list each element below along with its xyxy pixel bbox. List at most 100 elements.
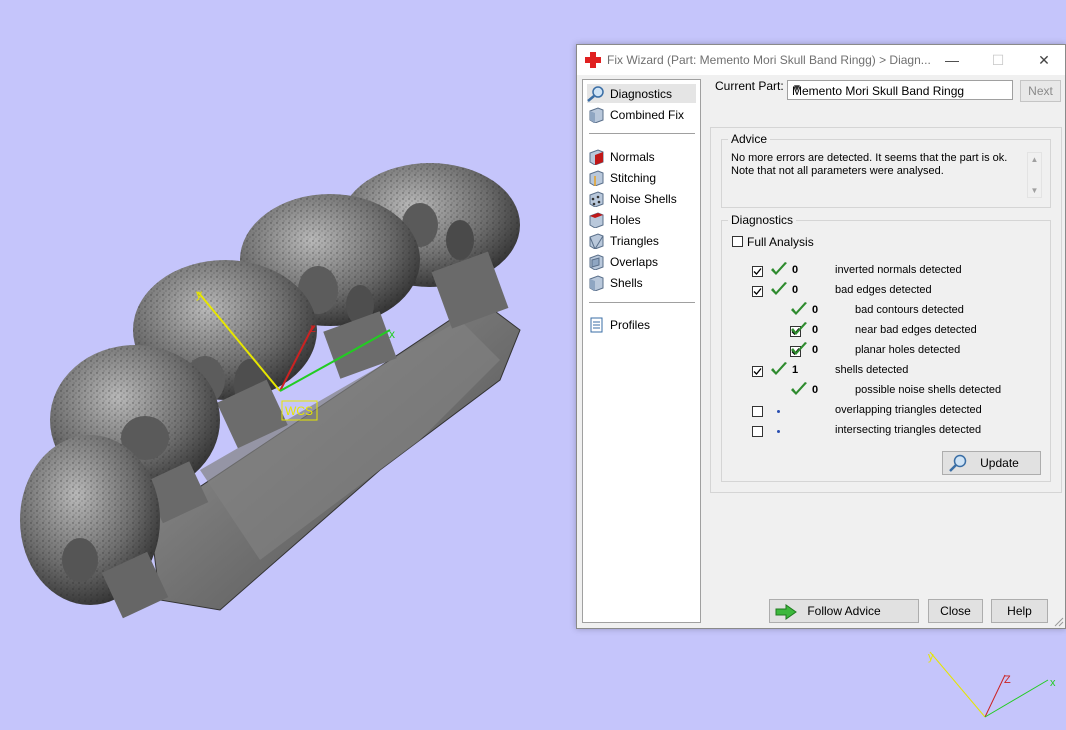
nav-item-shells[interactable]: Shells <box>587 273 696 292</box>
mini-y-axis <box>929 651 986 718</box>
diagnostic-label: bad edges detected <box>835 284 932 296</box>
resize-grip-icon[interactable] <box>1054 617 1064 627</box>
nav-item-diagnostics[interactable]: Diagnostics <box>587 84 696 103</box>
red-cross-icon <box>585 52 601 68</box>
title-bar[interactable]: Fix Wizard (Part: Memento Mori Skull Ban… <box>577 45 1065 75</box>
update-button[interactable]: Update <box>942 451 1041 475</box>
fix-wizard-window: Fix Wizard (Part: Memento Mori Skull Ban… <box>576 44 1066 629</box>
z-axis-label: z <box>310 321 316 335</box>
nav-label: Diagnostics <box>610 86 673 101</box>
nav-item-triangles[interactable]: Triangles <box>587 231 696 250</box>
normals-cube-icon <box>589 148 604 165</box>
update-label: Update <box>980 456 1019 470</box>
green-check-icon <box>770 262 788 278</box>
next-button[interactable]: Next <box>1020 80 1061 102</box>
diagnostic-label: inverted normals detected <box>835 264 962 276</box>
nav-item-normals[interactable]: Normals <box>587 147 696 166</box>
nav-label: Stitching <box>610 170 657 185</box>
not-run-dot-icon <box>777 430 780 433</box>
diagnostic-label: planar holes detected <box>855 344 961 356</box>
x-axis-label: x <box>389 327 395 341</box>
nav-label: Normals <box>610 149 655 164</box>
nav-label: Noise Shells <box>610 191 677 206</box>
triangles-cube-icon <box>589 232 604 249</box>
green-check-icon <box>770 282 788 298</box>
nav-item-combined-fix[interactable]: Combined Fix <box>587 105 696 124</box>
nav-label: Profiles <box>610 317 651 332</box>
diagnostic-label: overlapping triangles detected <box>835 404 982 416</box>
nav-separator <box>589 302 695 303</box>
scroll-up-icon[interactable]: ▲ <box>1028 155 1041 164</box>
magnifier-icon <box>949 454 967 472</box>
y-axis-label: y <box>196 287 202 301</box>
diagnostic-count: 1 <box>792 364 799 376</box>
diagnostic-checkbox[interactable] <box>752 406 763 417</box>
close-window-button[interactable]: ✕ <box>1021 45 1066 75</box>
diagnostic-label: intersecting triangles detected <box>835 424 982 436</box>
full-analysis-label: Full Analysis <box>747 235 814 249</box>
nav-label: Shells <box>610 275 643 290</box>
diagnostics-page: Advice No more errors are detected. It s… <box>710 127 1062 493</box>
current-part-select[interactable]: Memento Mori Skull Band Ringg ▼ <box>787 80 1013 100</box>
follow-advice-label: Follow Advice <box>807 604 881 618</box>
nav-item-overlaps[interactable]: Overlaps <box>587 252 696 271</box>
diagnostic-count: 0 <box>812 344 819 356</box>
diagnostics-title: Diagnostics <box>728 213 797 227</box>
nav-label: Holes <box>610 212 641 227</box>
stitching-cube-icon <box>589 169 604 186</box>
maximize-button[interactable]: ☐ <box>975 45 1021 75</box>
mini-x-axis <box>984 679 1049 718</box>
nav-item-holes[interactable]: Holes <box>587 210 696 229</box>
close-button[interactable]: Close <box>928 599 983 623</box>
diagnostic-count: 0 <box>792 284 799 296</box>
mini-y-label: y <box>928 651 934 663</box>
nav-label: Combined Fix <box>610 107 685 122</box>
diagnostic-label: near bad edges detected <box>855 324 977 336</box>
green-check-icon <box>790 322 808 338</box>
shells-cube-icon <box>589 274 604 291</box>
advice-title: Advice <box>728 132 771 146</box>
mini-x-label: x <box>1050 677 1056 689</box>
nav-label: Triangles <box>610 233 659 248</box>
advice-line: Note that not all parameters were analys… <box>731 165 944 177</box>
document-icon <box>590 317 603 332</box>
green-check-icon <box>790 302 808 318</box>
fix-wizard-nav: Diagnostics Combined Fix Normals Stitchi… <box>582 79 701 623</box>
nav-separator <box>589 133 695 134</box>
nav-label: Overlaps <box>610 254 659 269</box>
holes-cube-icon <box>589 211 604 228</box>
diagnostics-group: Diagnostics Full Analysis 0 inverted norm… <box>721 213 1051 482</box>
diagnostic-label: bad contours detected <box>855 304 964 316</box>
diagnostic-checkbox[interactable] <box>752 286 763 297</box>
scroll-down-icon[interactable]: ▼ <box>1028 186 1041 195</box>
diagnostic-checkbox[interactable] <box>752 266 763 277</box>
advice-scrollbar[interactable]: ▲ ▼ <box>1027 152 1042 198</box>
green-check-icon <box>790 342 808 358</box>
nav-item-profiles[interactable]: Profiles <box>587 315 696 334</box>
arrow-right-icon <box>775 604 797 620</box>
diagnostic-checkbox[interactable] <box>752 366 763 377</box>
nav-item-noise-shells[interactable]: Noise Shells <box>587 189 696 208</box>
diagnostic-count: 0 <box>812 324 819 336</box>
follow-advice-button[interactable]: Follow Advice <box>769 599 919 623</box>
green-check-icon <box>770 362 788 378</box>
advice-text: No more errors are detected. It seems th… <box>731 152 1021 178</box>
diagnostic-count: 0 <box>812 384 819 396</box>
window-title: Fix Wizard (Part: Memento Mori Skull Ban… <box>607 53 931 67</box>
not-run-dot-icon <box>777 410 780 413</box>
minimize-button[interactable]: — <box>929 45 975 75</box>
overlaps-cube-icon <box>589 253 604 270</box>
cube-icon <box>589 106 604 123</box>
current-part-label: Current Part: <box>715 79 784 93</box>
diagnostic-label: possible noise shells detected <box>855 384 1002 396</box>
noise-shells-icon <box>589 190 604 207</box>
diagnostic-count: 0 <box>812 304 819 316</box>
diagnostic-checkbox[interactable] <box>752 426 763 437</box>
advice-line: No more errors are detected. It seems th… <box>731 152 1008 164</box>
diagnostic-count: 0 <box>792 264 799 276</box>
full-analysis-checkbox[interactable] <box>732 236 743 247</box>
wcs-label: WCS <box>285 404 313 418</box>
mini-z-label: Z <box>1004 674 1011 686</box>
help-button[interactable]: Help <box>991 599 1048 623</box>
nav-item-stitching[interactable]: Stitching <box>587 168 696 187</box>
